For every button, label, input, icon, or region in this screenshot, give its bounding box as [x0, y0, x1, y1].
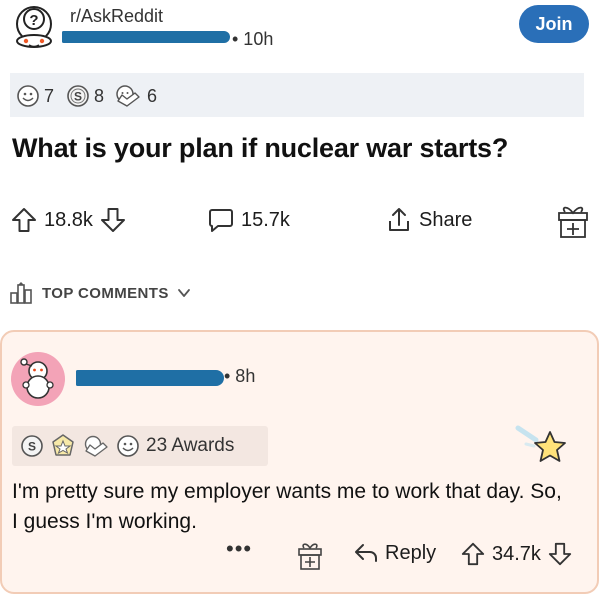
downvote-arrow-icon[interactable]: [547, 541, 573, 567]
comment-bubble-icon: [209, 209, 233, 232]
subreddit-name[interactable]: r/AskReddit: [70, 6, 163, 27]
silver-award-icon: S: [67, 85, 89, 107]
comment-vote-bar: 34.7k: [460, 541, 573, 567]
comments-button[interactable]: 15.7k: [207, 206, 290, 234]
share-button[interactable]: Share: [385, 206, 472, 234]
award-wholesome[interactable]: 7: [16, 84, 54, 108]
redacted-username: [76, 370, 224, 386]
share-icon: [389, 208, 409, 231]
chevron-down-icon: [177, 289, 190, 297]
subreddit-avatar-icon[interactable]: ?: [10, 4, 58, 50]
comment-sort-dropdown[interactable]: TOP COMMENTS: [8, 281, 191, 305]
post-title[interactable]: What is your plan if nuclear war starts?: [12, 133, 508, 164]
more-options-button[interactable]: •••: [226, 536, 252, 562]
award-count: 7: [44, 85, 55, 106]
comment-time: • 8h: [224, 366, 256, 386]
sort-label: TOP COMMENTS: [42, 284, 169, 302]
give-award-icon[interactable]: [556, 204, 590, 240]
wholesome-award-icon: [117, 435, 139, 457]
award-count: 8: [94, 85, 105, 106]
svg-text:?: ?: [29, 12, 38, 29]
reply-arrow-icon: [355, 544, 377, 562]
wholesome-award-icon: [17, 85, 39, 107]
post-vote-bar: 18.8k: [10, 206, 127, 234]
comment-upvote-count: 34.7k: [492, 542, 541, 565]
top-sort-icon: [10, 282, 32, 304]
comment-awards-strip[interactable]: S 23 Awards: [12, 426, 268, 466]
join-button[interactable]: Join: [519, 5, 589, 43]
reply-button[interactable]: Reply: [353, 541, 436, 565]
silver-award-icon: S: [21, 435, 43, 457]
gold-award-icon: [52, 434, 74, 456]
upvote-arrow-icon[interactable]: [460, 541, 486, 567]
awards-count-label: 23 Awards: [146, 435, 235, 456]
user-avatar-icon[interactable]: [10, 351, 66, 407]
svg-text:S: S: [74, 90, 82, 104]
post-upvote-count: 18.8k: [44, 208, 93, 231]
post-time: • 10h: [232, 29, 274, 49]
upvote-arrow-icon[interactable]: [10, 206, 38, 234]
redacted-username: [62, 31, 230, 43]
comment-body: I'm pretty sure my employer wants me to …: [12, 480, 562, 533]
award-count: 6: [147, 85, 158, 106]
award-helpful[interactable]: 6: [113, 84, 157, 108]
share-label: Share: [419, 208, 473, 231]
comment-count: 15.7k: [241, 208, 290, 231]
reply-label: Reply: [385, 541, 437, 564]
award-silver[interactable]: S 8: [66, 84, 104, 108]
give-award-icon[interactable]: [296, 541, 324, 571]
downvote-arrow-icon[interactable]: [99, 206, 127, 234]
helpful-award-icon: [84, 435, 108, 457]
gilded-star-icon: [515, 425, 566, 462]
helpful-award-icon: [116, 85, 140, 107]
svg-text:S: S: [28, 440, 36, 454]
